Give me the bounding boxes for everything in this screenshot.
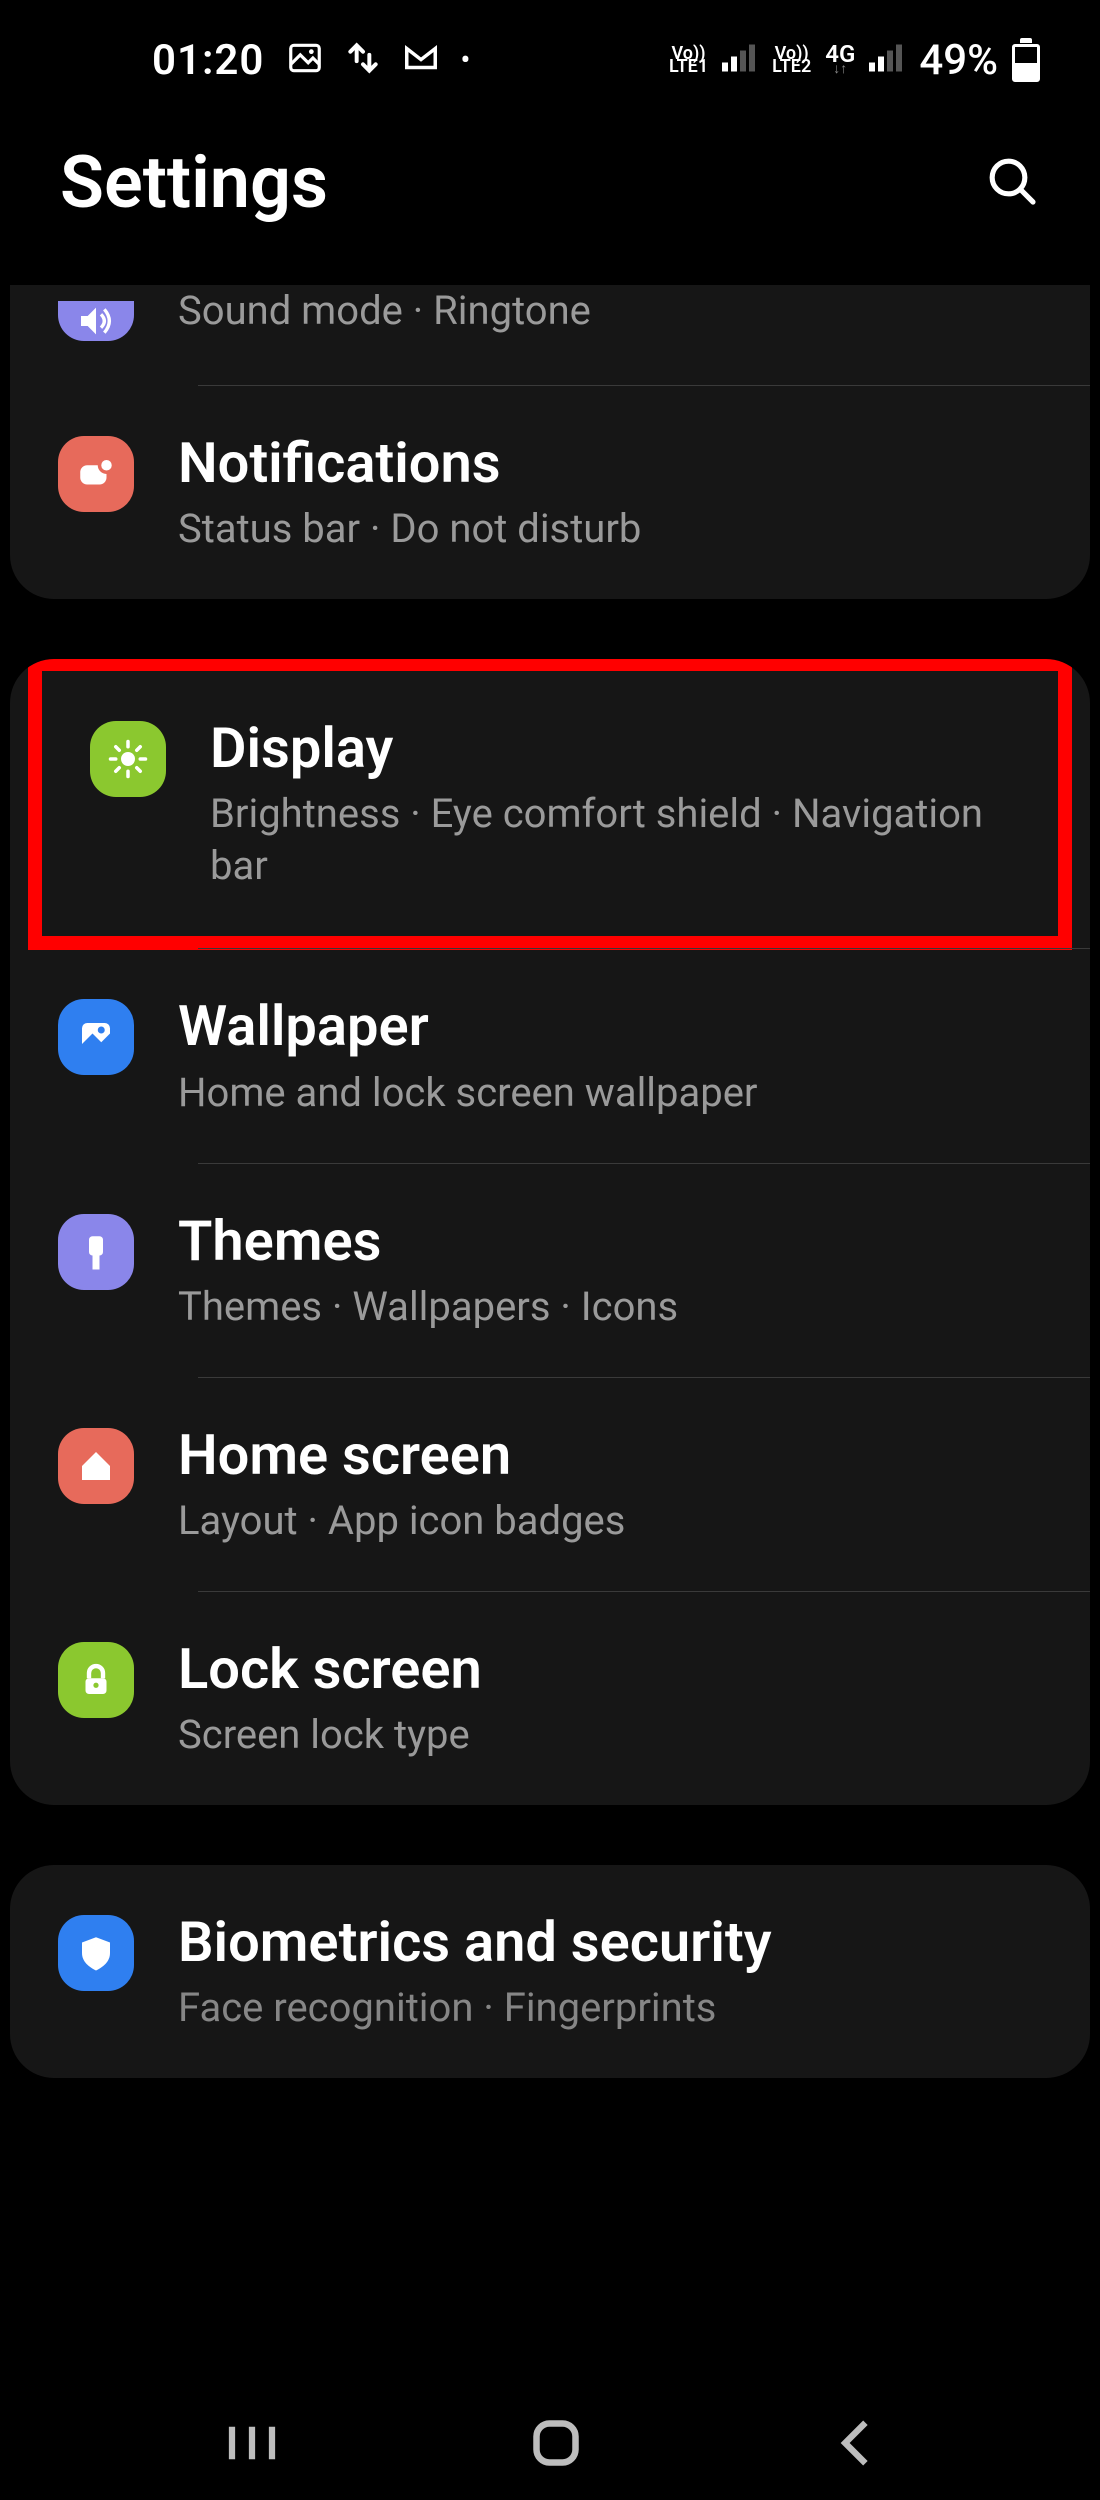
sim2-indicator: Vo)) LTE2 [772,47,811,74]
settings-screen: 01:20 • Vo)) LTE1 [0,0,1100,2500]
lock-icon [58,1642,134,1718]
network-4g-indicator: 4G ↓↑ [825,45,855,75]
page-header: Settings [0,100,1100,285]
image-icon [286,39,324,81]
setting-sub-biometrics: Face recognition · Fingerprints [178,1982,1050,2034]
setting-title-lock-screen: Lock screen [178,1636,1050,1703]
nav-back-button[interactable] [835,2417,873,2473]
setting-title-display: Display [210,715,1018,782]
setting-item-wallpaper[interactable]: Wallpaper Home and lock screen wallpaper [10,949,1090,1162]
settings-group-1: Sound mode · Ringtone Notifications Stat… [10,285,1090,599]
setting-title-themes: Themes [178,1208,1050,1275]
gmail-icon [402,39,440,81]
setting-item-biometrics[interactable]: Biometrics and security Face recognition… [10,1865,1090,2078]
status-bar: 01:20 • Vo)) LTE1 [0,20,1100,100]
setting-sub-home-screen: Layout · App icon badges [178,1495,1050,1547]
page-title: Settings [60,140,328,225]
status-left: 01:20 • [152,36,471,85]
navigation-bar [0,2390,1100,2500]
nav-recent-button[interactable] [227,2423,277,2467]
search-button[interactable] [984,153,1040,213]
wallpaper-icon [58,999,134,1075]
setting-item-home-screen[interactable]: Home screen Layout · App icon badges [10,1378,1090,1591]
setting-title-notifications: Notifications [178,430,1050,497]
settings-group-2: Display Brightness · Eye comfort shield … [10,659,1090,1805]
settings-group-3: Biometrics and security Face recognition… [10,1865,1090,2078]
setting-title-home-screen: Home screen [178,1422,1050,1489]
status-icons-left: • [286,39,470,81]
setting-title-wallpaper: Wallpaper [178,993,1050,1060]
setting-item-lock-screen[interactable]: Lock screen Screen lock type [10,1592,1090,1805]
transfer-icon [344,39,382,81]
setting-item-sound[interactable]: Sound mode · Ringtone [10,285,1090,385]
status-right: Vo)) LTE1 Vo)) LTE2 4G ↓↑ 49% [669,36,1040,85]
sound-icon [58,301,134,341]
shield-icon [58,1915,134,1991]
setting-sub-sound: Sound mode · Ringtone [178,285,1050,337]
display-icon [90,721,166,797]
setting-sub-display: Brightness · Eye comfort shield · Naviga… [210,788,1018,892]
setting-title-biometrics: Biometrics and security [178,1909,1050,1976]
battery-percent: 49% [919,36,998,85]
setting-item-themes[interactable]: Themes Themes · Wallpapers · Icons [10,1164,1090,1377]
themes-icon [58,1214,134,1290]
signal-bars-1-icon [722,38,758,82]
setting-sub-lock-screen: Screen lock type [178,1709,1050,1761]
home-icon [58,1428,134,1504]
sim1-indicator: Vo)) LTE1 [669,47,708,74]
setting-sub-notifications: Status bar · Do not disturb [178,503,1050,555]
notifications-icon [58,436,134,512]
status-time: 01:20 [152,36,264,85]
signal-bars-2-icon [869,38,905,82]
setting-sub-themes: Themes · Wallpapers · Icons [178,1281,1050,1333]
setting-sub-wallpaper: Home and lock screen wallpaper [178,1067,1050,1119]
setting-item-display[interactable]: Display Brightness · Eye comfort shield … [42,671,1058,936]
setting-item-notifications[interactable]: Notifications Status bar · Do not distur… [10,386,1090,599]
battery-icon [1012,38,1040,82]
more-dot-icon: • [460,43,470,78]
highlight-display: Display Brightness · Eye comfort shield … [28,659,1072,950]
nav-home-button[interactable] [530,2417,582,2473]
